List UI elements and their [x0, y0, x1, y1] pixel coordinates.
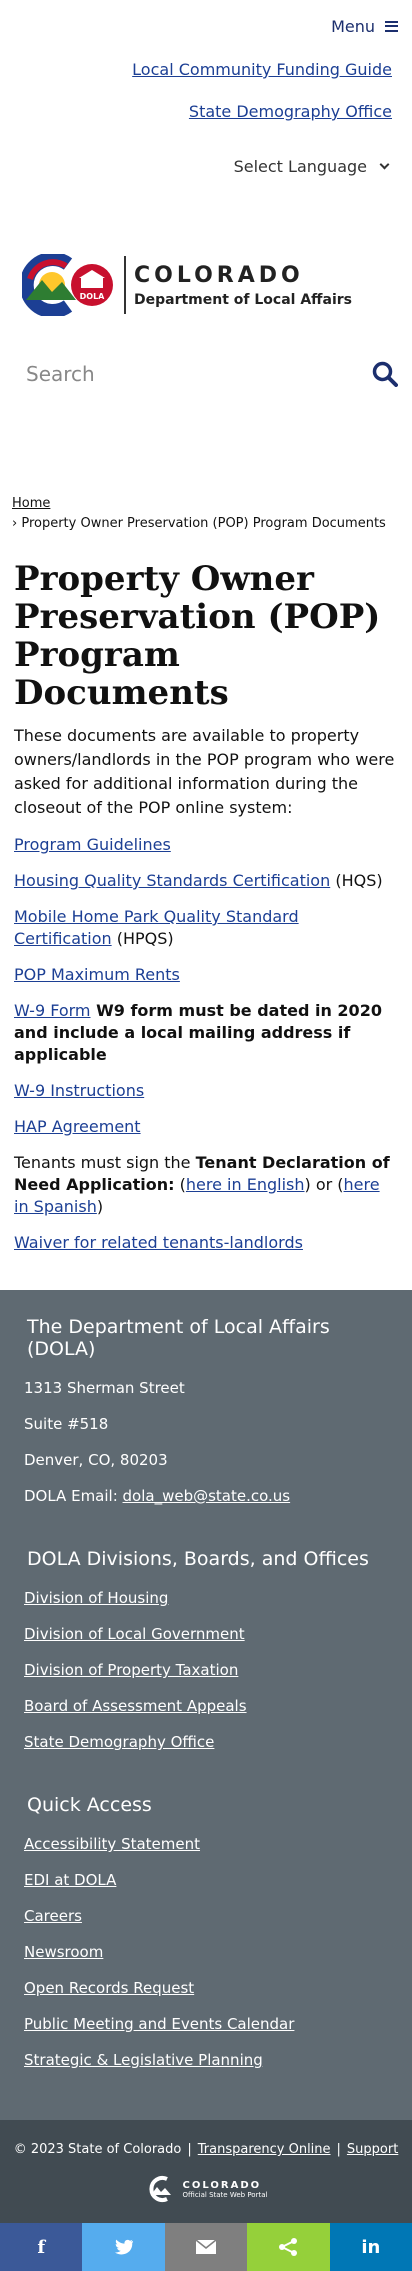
legal-line: © 2023 State of Colorado | Transparency On… [10, 2142, 402, 2157]
footer-link-strategic-planning[interactable]: Strategic & Legislative Planning [24, 2050, 388, 2070]
hqs-suffix: (HQS) [330, 871, 383, 890]
logo-wordmark: COLORADO Department of Local Affairs [134, 263, 352, 308]
w9-form-link[interactable]: W-9 Form [14, 1001, 91, 1020]
list-item: Mobile Home Park Quality Standard Certif… [14, 906, 398, 950]
quick-access-heading: Quick Access [27, 1794, 152, 1816]
site-footer: The Department of Local Affairs (DOLA) 1… [0, 1290, 412, 2120]
list-item: Tenants must sign the Tenant Declaration… [14, 1152, 398, 1218]
footer-link-accessibility[interactable]: Accessibility Statement [24, 1834, 388, 1854]
paren-close: ) [96, 1197, 104, 1216]
list-item: W-9 Form W9 form must be dated in 2020 a… [14, 1000, 398, 1066]
link-state-demography-office[interactable]: State Demography Office [0, 102, 392, 122]
hamburger-icon [385, 20, 398, 32]
list-item: HAP Agreement [14, 1116, 398, 1138]
menu-label: Menu [331, 16, 375, 36]
footer-link-board-of-assessment-appeals[interactable]: Board of Assessment Appeals [24, 1696, 388, 1716]
address-street: 1313 Sherman Street [24, 1379, 185, 1397]
site-logo[interactable]: DOLA COLORADO Department of Local Affair… [0, 250, 412, 320]
footer-link-open-records[interactable]: Open Records Request [24, 1978, 388, 1998]
email-share-button[interactable] [164, 2223, 248, 2271]
logo-line-department: Department of Local Affairs [134, 291, 352, 308]
w9-instructions-link[interactable]: W-9 Instructions [14, 1081, 144, 1100]
list-item: Housing Quality Standards Certification … [14, 870, 398, 892]
logo-divider [124, 256, 126, 314]
share-icon [279, 2238, 298, 2256]
footer-link-newsroom[interactable]: Newsroom [24, 1942, 388, 1962]
facebook-share-button[interactable]: f [0, 2223, 83, 2271]
search-input[interactable] [26, 362, 326, 386]
copyright: © 2023 State of Colorado [13, 2142, 182, 2157]
portal-line-1: COLORADO [182, 2179, 262, 2191]
main-content: Property Owner Preservation (POP) Progra… [0, 560, 412, 1254]
chevron-down-icon [379, 159, 390, 169]
footer-link-division-of-housing[interactable]: Division of Housing [24, 1588, 388, 1608]
footer-link-careers[interactable]: Careers [24, 1906, 388, 1926]
page-intro: These documents are available to propert… [14, 726, 395, 817]
language-label: Select Language [233, 156, 367, 176]
page-title: Property Owner Preservation (POP) Progra… [14, 559, 381, 713]
footer-divisions: DOLA Divisions, Boards, and Offices Divi… [24, 1548, 388, 1752]
list-item: W-9 Instructions [14, 1080, 398, 1102]
address-suite: Suite #518 [24, 1415, 109, 1433]
hqs-certification-link[interactable]: Housing Quality Standards Certification [14, 871, 330, 890]
language-select[interactable]: Select Language [0, 146, 412, 186]
footer-org-heading: The Department of Local Affairs (DOLA) [27, 1316, 330, 1360]
support-link[interactable]: Support [347, 2142, 398, 2157]
menu-button[interactable]: Menu [331, 14, 398, 38]
logo-line-colorado: COLORADO [134, 262, 304, 288]
utility-links: Local Community Funding Guide State Demo… [0, 60, 412, 122]
tenants-prefix: Tenants must sign the [14, 1153, 196, 1172]
email-label: DOLA Email: [24, 1487, 123, 1505]
link-local-community-funding-guide[interactable]: Local Community Funding Guide [0, 60, 392, 80]
paren-open: ( [174, 1175, 186, 1194]
dola-badge-text: DOLA [80, 292, 106, 301]
search-icon[interactable] [372, 361, 398, 387]
separator: | [187, 2142, 192, 2157]
list-item: POP Maximum Rents [14, 964, 398, 986]
hpqs-suffix: (HPQS) [111, 929, 174, 948]
colorado-portal-logo-icon [148, 2176, 171, 2202]
linkedin-share-button[interactable]: in [329, 2223, 412, 2271]
footer-link-edi[interactable]: EDI at DOLA [24, 1870, 388, 1890]
email-icon [196, 2240, 217, 2254]
breadcrumb-home[interactable]: Home [12, 496, 50, 511]
logo-graphic: DOLA [22, 254, 114, 316]
generic-share-button[interactable] [247, 2223, 330, 2271]
footer-quick-access: Quick Access Accessibility Statement EDI… [24, 1794, 388, 2070]
search-bar [26, 354, 398, 394]
site-header: Menu Local Community Funding Guide State… [0, 0, 412, 394]
linkedin-icon: in [361, 2236, 381, 2258]
twitter-share-button[interactable] [82, 2223, 165, 2271]
breadcrumb: Home › Property Owner Preservation (POP)… [12, 494, 398, 534]
footer-link-division-of-property-taxation[interactable]: Division of Property Taxation [24, 1660, 388, 1680]
portal-line-2: Official State Web Portal [182, 2190, 268, 2199]
separator: | [336, 2142, 341, 2157]
footer-link-events-calendar[interactable]: Public Meeting and Events Calendar [24, 2014, 388, 2034]
twitter-icon [114, 2239, 133, 2255]
program-guidelines-link[interactable]: Program Guidelines [14, 835, 171, 854]
top-nav: Menu [0, 0, 412, 38]
list-item: Waiver for related tenants-landlords [14, 1232, 398, 1254]
footer-link-state-demography-office[interactable]: State Demography Office [24, 1732, 388, 1752]
share-bar: f in [0, 2223, 412, 2271]
footer-email: DOLA Email: dola_web@state.co.us [24, 1486, 388, 1506]
transparency-link[interactable]: Transparency Online [198, 2142, 331, 2157]
list-item: Program Guidelines [14, 834, 398, 856]
document-list: Program Guidelines Housing Quality Stand… [14, 834, 398, 1254]
paren-mid: ) or ( [304, 1175, 344, 1194]
waiver-link[interactable]: Waiver for related tenants-landlords [14, 1233, 303, 1252]
pop-maximum-rents-link[interactable]: POP Maximum Rents [14, 965, 180, 984]
divisions-heading: DOLA Divisions, Boards, and Offices [27, 1548, 369, 1570]
hap-agreement-link[interactable]: HAP Agreement [14, 1117, 141, 1136]
colorado-c-logo-icon: DOLA [22, 254, 113, 316]
portal-text: COLORADO Official State Web Portal [183, 2180, 268, 2199]
footer-link-division-of-local-government[interactable]: Division of Local Government [24, 1624, 388, 1644]
tenant-declaration-english-link[interactable]: here in English [186, 1175, 305, 1194]
state-portal-logo[interactable]: COLORADO Official State Web Portal [10, 2175, 402, 2203]
bottom-bar: © 2023 State of Colorado | Transparency On… [0, 2120, 412, 2223]
address-city: Denver, CO, 80203 [24, 1451, 168, 1469]
breadcrumb-current: › Property Owner Preservation (POP) Prog… [12, 516, 386, 531]
facebook-icon: f [37, 2236, 46, 2258]
email-link[interactable]: dola_web@state.co.us [123, 1487, 291, 1505]
